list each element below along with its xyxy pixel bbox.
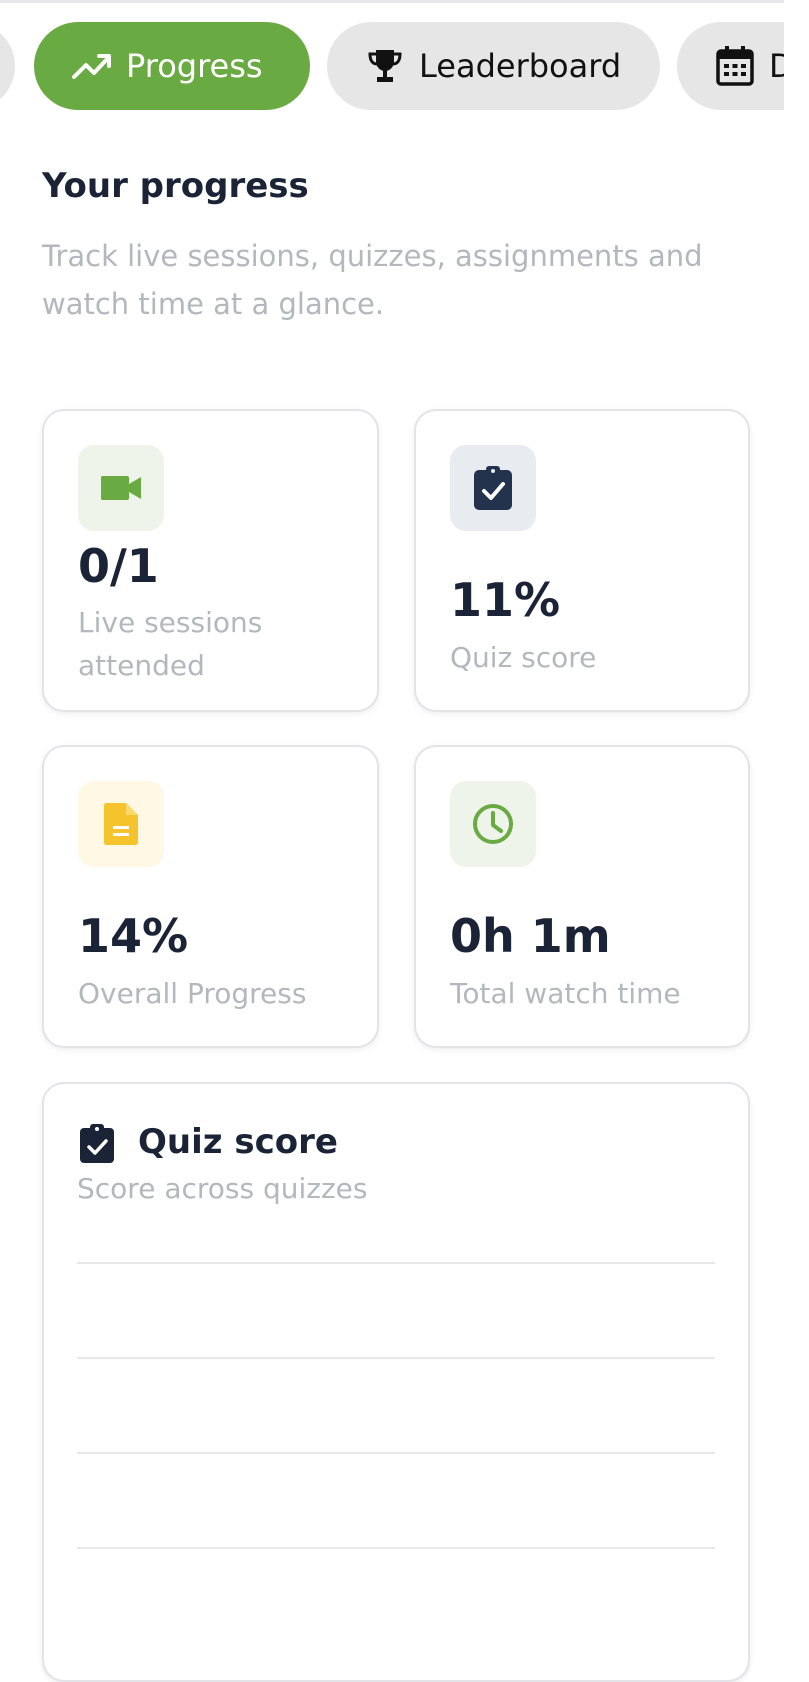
stat-card-overall-progress: 14% Overall Progress: [42, 745, 379, 1048]
stat-label: Quiz score: [450, 641, 597, 674]
tab-calendar-label: D: [769, 47, 784, 85]
chart-subtitle: Score across quizzes: [77, 1172, 368, 1205]
clock-icon: [450, 781, 536, 867]
trending-up-icon: [72, 46, 112, 86]
page-subtitle: Track live sessions, quizzes, assignment…: [42, 239, 703, 321]
stat-value: 0h 1m: [450, 909, 611, 963]
stat-value: 0/1: [78, 539, 159, 593]
tab-progress-label: Progress: [126, 47, 263, 85]
chart-gridline: [77, 1262, 715, 1264]
tab-previous[interactable]: [0, 22, 15, 110]
calendar-icon: [715, 46, 755, 86]
tab-leaderboard[interactable]: Leaderboard: [327, 22, 660, 110]
trophy-icon: [365, 46, 405, 86]
page-title: Your progress: [42, 166, 309, 206]
stat-card-live-sessions: 0/1 Live sessions attended: [42, 409, 379, 712]
top-divider: [0, 0, 784, 3]
video-camera-icon: [78, 445, 164, 531]
stat-value: 14%: [78, 909, 189, 963]
stat-card-quiz-score: 11% Quiz score: [414, 409, 750, 712]
chart-gridline: [77, 1452, 715, 1454]
stat-label: Live sessions attended: [78, 606, 263, 682]
tab-progress[interactable]: Progress: [34, 22, 310, 110]
clipboard-check-icon: [450, 445, 536, 531]
chart-title: Quiz score: [138, 1122, 338, 1162]
document-icon: [78, 781, 164, 867]
chart-gridline: [77, 1547, 715, 1549]
chart-gridline: [77, 1357, 715, 1359]
tab-calendar[interactable]: D: [677, 22, 784, 110]
tab-bar[interactable]: Progress Leaderboard D: [0, 22, 784, 110]
clipboard-check-icon: [78, 1124, 116, 1163]
tab-leaderboard-label: Leaderboard: [419, 47, 622, 85]
stat-label: Overall Progress: [78, 977, 307, 1010]
stat-card-watch-time: 0h 1m Total watch time: [414, 745, 750, 1048]
stat-value: 11%: [450, 573, 561, 627]
stat-label: Total watch time: [450, 977, 681, 1010]
